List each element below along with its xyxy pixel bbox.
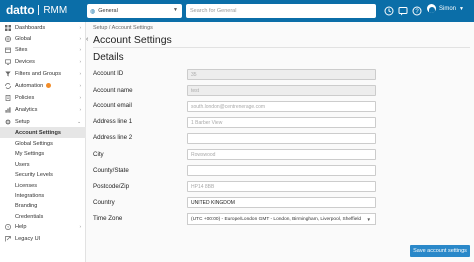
postcode-zip-field[interactable] bbox=[187, 181, 376, 192]
section-title: Details bbox=[93, 52, 124, 63]
sidebar-item-label: Sites bbox=[15, 46, 28, 53]
chevron-right-icon: › bbox=[79, 83, 82, 88]
save-account-settings-button[interactable]: Save account settings bbox=[410, 245, 470, 257]
sidebar-subitem-branding[interactable]: Branding bbox=[0, 200, 86, 211]
collapse-sidebar-icon[interactable]: ‹ bbox=[86, 36, 88, 43]
sidebar-subitem-security-levels[interactable]: Security Levels bbox=[0, 169, 86, 180]
top-bar: datto RMM ◍ General ▼ Search for General… bbox=[0, 0, 474, 22]
sidebar: Dashboards › Global › Sites › Devices › … bbox=[0, 22, 86, 262]
chevron-right-icon: › bbox=[79, 59, 82, 64]
chevron-down-icon: ⌄ bbox=[77, 119, 81, 124]
sidebar-item-global[interactable]: Global › bbox=[0, 33, 86, 44]
account-id-field[interactable] bbox=[187, 69, 376, 80]
help-icon: ? bbox=[5, 223, 11, 230]
chevron-right-icon: › bbox=[79, 95, 82, 100]
user-menu[interactable]: Simon ▼ bbox=[427, 4, 464, 13]
breadcrumb: Setup / Account Settings bbox=[93, 25, 153, 31]
county-state-label: County/State bbox=[93, 167, 129, 174]
sidebar-item-help[interactable]: ? Help › bbox=[0, 221, 86, 232]
chevron-right-icon: › bbox=[79, 107, 82, 112]
sidebar-item-label: Legacy UI bbox=[15, 235, 41, 242]
chevron-right-icon: › bbox=[79, 224, 82, 229]
sidebar-item-filters-and-groups[interactable]: Filters and Groups › bbox=[0, 68, 86, 79]
sidebar-item-label: Filters and Groups bbox=[15, 70, 62, 77]
dashboard-icon bbox=[5, 24, 11, 31]
time-zone-select[interactable]: (UTC +00:00) - Europe/London GMT - Londo… bbox=[187, 213, 376, 225]
gear-icon bbox=[5, 119, 11, 125]
legacy-icon bbox=[5, 235, 11, 242]
site-select[interactable]: ◍ General ▼ bbox=[87, 4, 182, 18]
chevron-down-icon: ▼ bbox=[173, 7, 178, 13]
city-label: City bbox=[93, 151, 104, 158]
clock-icon[interactable] bbox=[383, 5, 395, 17]
account-email-field[interactable] bbox=[187, 101, 376, 112]
address-line-1-field[interactable] bbox=[187, 117, 376, 128]
sidebar-item-sites[interactable]: Sites › bbox=[0, 44, 86, 55]
sidebar-item-legacy-ui[interactable]: Legacy UI bbox=[0, 233, 86, 244]
address-line-2-field[interactable] bbox=[187, 133, 376, 144]
chevron-right-icon: › bbox=[79, 25, 82, 30]
sidebar-item-devices[interactable]: Devices › bbox=[0, 56, 86, 67]
account-name-label: Account name bbox=[93, 87, 133, 94]
postcode-zip-label: Postcode/Zip bbox=[93, 183, 130, 190]
sidebar-item-label: Global bbox=[15, 35, 32, 42]
search-input[interactable]: Search for General bbox=[186, 4, 376, 18]
chat-icon[interactable] bbox=[397, 5, 409, 17]
avatar bbox=[427, 4, 436, 13]
sidebar-item-dashboards[interactable]: Dashboards › bbox=[0, 22, 86, 33]
sidebar-item-automation[interactable]: Automation › bbox=[0, 80, 86, 91]
help-icon[interactable]: ? bbox=[411, 5, 423, 17]
chevron-down-icon: ▼ bbox=[366, 217, 371, 222]
chevron-right-icon: › bbox=[79, 71, 82, 76]
account-name-field[interactable] bbox=[187, 85, 376, 96]
sidebar-item-label: Devices bbox=[15, 58, 35, 65]
county-state-field[interactable] bbox=[187, 165, 376, 176]
city-field[interactable] bbox=[187, 149, 376, 160]
user-name: Simon bbox=[439, 5, 457, 12]
logo-divider bbox=[38, 5, 40, 15]
sidebar-item-analytics[interactable]: Analytics › bbox=[0, 104, 86, 115]
sidebar-item-label: Setup bbox=[15, 118, 30, 125]
divider bbox=[93, 47, 470, 48]
devices-icon bbox=[5, 58, 11, 65]
logo-product: RMM bbox=[43, 4, 68, 16]
country-field[interactable] bbox=[187, 197, 376, 208]
sidebar-item-policies[interactable]: Policies › bbox=[0, 92, 86, 103]
site-select-value: General bbox=[98, 8, 118, 14]
page-title: Account Settings bbox=[93, 34, 172, 46]
logo-text: datto bbox=[6, 3, 35, 17]
chevron-right-icon: › bbox=[79, 36, 82, 41]
chevron-right-icon: › bbox=[79, 47, 82, 52]
notification-dot bbox=[46, 83, 52, 88]
sidebar-item-label: Policies bbox=[15, 94, 35, 101]
sidebar-item-label: Analytics bbox=[15, 106, 38, 113]
account-id-label: Account ID bbox=[93, 70, 124, 77]
sidebar-subitem-my-settings[interactable]: My Settings bbox=[0, 148, 86, 159]
time-zone-label: Time Zone bbox=[93, 215, 123, 222]
analytics-icon bbox=[5, 106, 11, 113]
automation-icon bbox=[5, 82, 11, 89]
sidebar-subitem-account-settings[interactable]: Account Settings bbox=[0, 127, 86, 138]
account-email-label: Account email bbox=[93, 102, 132, 109]
sidebar-item-label: Dashboards bbox=[15, 24, 46, 31]
globe-icon: ◍ bbox=[90, 8, 96, 15]
time-zone-value: (UTC +00:00) - Europe/London GMT - Londo… bbox=[191, 217, 362, 222]
country-label: Country bbox=[93, 199, 115, 206]
sidebar-item-setup[interactable]: Setup ⌄ bbox=[0, 116, 86, 127]
sidebar-item-label: Automation bbox=[15, 82, 44, 89]
sites-icon bbox=[5, 47, 11, 53]
sidebar-item-label: Help bbox=[15, 223, 27, 230]
globe-icon bbox=[5, 35, 11, 42]
address-line-1-label: Address line 1 bbox=[93, 118, 133, 125]
datto-logo[interactable]: datto RMM bbox=[6, 3, 67, 17]
filter-icon bbox=[5, 71, 11, 77]
chevron-down-icon: ▼ bbox=[459, 5, 464, 12]
policies-icon bbox=[5, 94, 11, 101]
address-line-2-label: Address line 2 bbox=[93, 134, 133, 141]
